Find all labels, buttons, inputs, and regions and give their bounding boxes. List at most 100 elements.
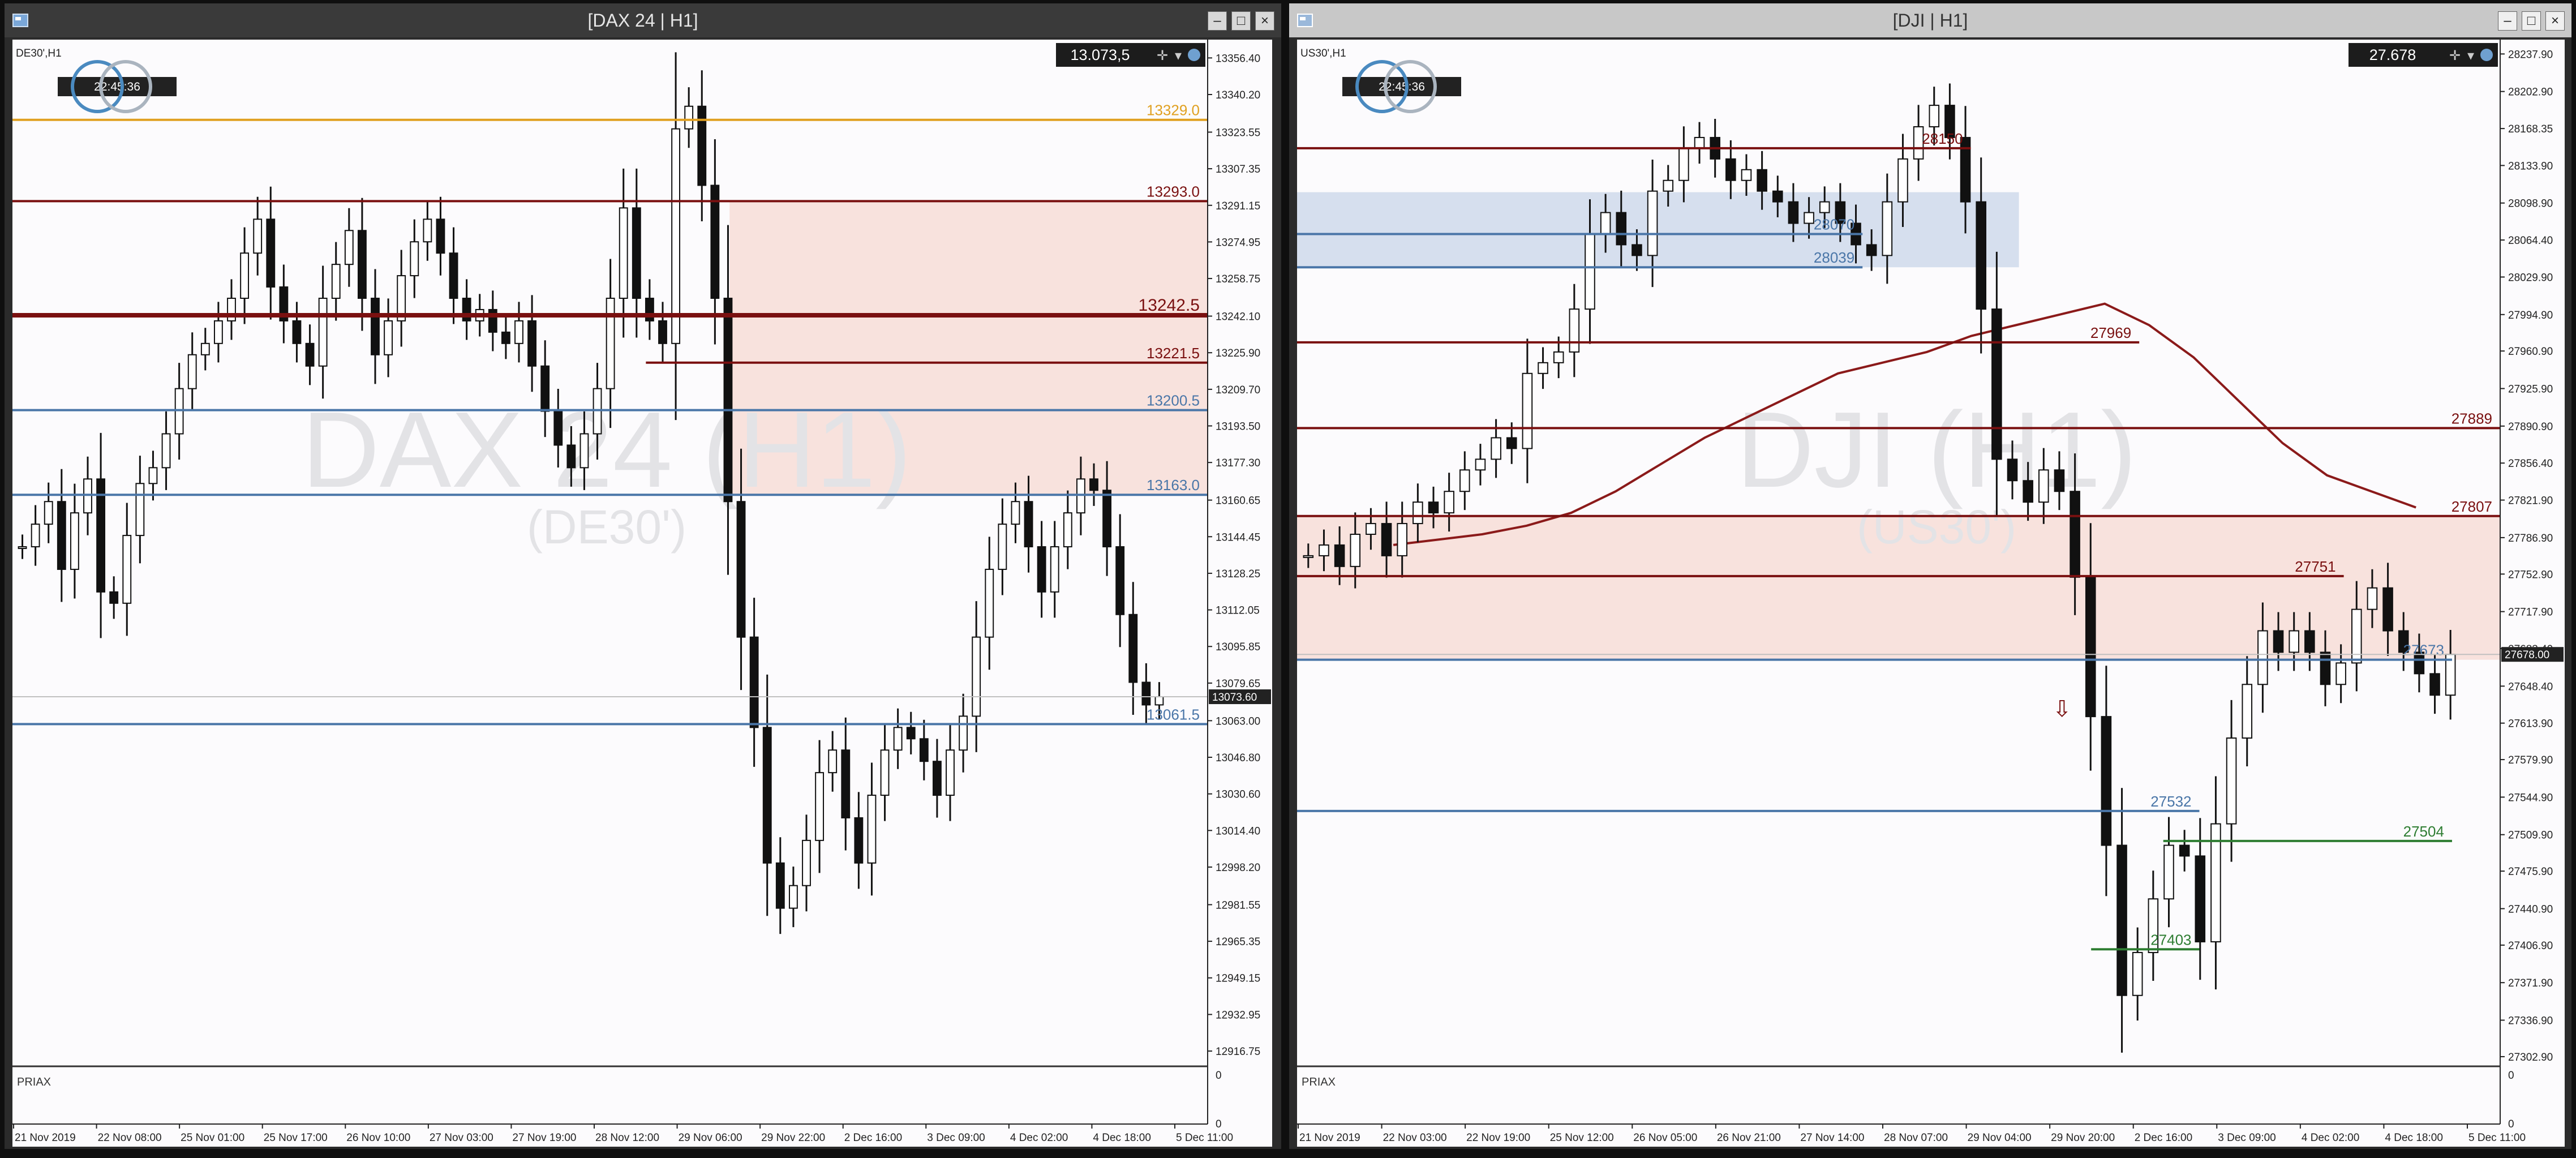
x-tick-label: 3 Dec 09:00: [927, 1132, 985, 1144]
candle-body: [449, 252, 458, 299]
x-tick-label: 4 Dec 02:00: [1010, 1132, 1068, 1144]
y-tick-label: 13128.25: [1216, 568, 1260, 580]
candle-body: [357, 230, 367, 299]
candle-body: [18, 546, 27, 550]
chart-window-icon: [12, 12, 29, 28]
dji-window-titlebar[interactable]: [DJI | H1] – □ ×: [1289, 3, 2571, 37]
candle-body: [331, 264, 341, 299]
x-tick-label: 26 Nov 05:00: [1633, 1132, 1697, 1144]
candle-body: [253, 218, 263, 254]
dax-window-title: [DAX 24 | H1]: [587, 10, 698, 31]
candle-body: [1350, 534, 1361, 567]
x-tick-label: 27 Nov 03:00: [430, 1132, 493, 1144]
x-tick-label: 28 Nov 07:00: [1884, 1132, 1948, 1144]
candle-body: [1154, 696, 1164, 706]
candle-body: [2195, 855, 2206, 942]
x-tick-label: 22 Nov 19:00: [1466, 1132, 1530, 1144]
candle-body: [985, 568, 994, 638]
candle-body: [240, 252, 250, 299]
x-tick-label: 26 Nov 21:00: [1717, 1132, 1781, 1144]
y-tick-label: 27648.40: [2508, 681, 2553, 693]
indicator-scale-bottom: 0: [1216, 1118, 1222, 1130]
candle-body: [1991, 308, 2002, 460]
candle-body: [802, 839, 811, 886]
candle-body: [2304, 630, 2315, 653]
y-tick-label: 27302.90: [2508, 1052, 2553, 1063]
candle-body: [527, 320, 537, 367]
y-tick-label: 13112.05: [1216, 605, 1260, 617]
candle-body: [1050, 546, 1059, 593]
candle-body: [2054, 469, 2065, 492]
candle-body: [1866, 244, 1877, 256]
candle-body: [1632, 244, 1642, 256]
level-label-5: 27807: [2452, 498, 2492, 515]
y-tick-label: 13291.15: [1216, 200, 1260, 212]
candle-body: [1694, 136, 1705, 149]
indicator-scale-bottom: 0: [2508, 1118, 2514, 1130]
x-tick-label: 3 Dec 09:00: [2218, 1132, 2276, 1144]
candle-body: [2179, 844, 2190, 857]
current-price-tag: 27678.00: [2505, 649, 2549, 661]
dax-chart-area[interactable]: DAX 24 (H1) (DE30') 13329.0 13293.0 13242.5 1…: [12, 40, 1272, 1147]
candle-body: [788, 885, 798, 909]
y-tick-label: 13209.70: [1216, 384, 1260, 396]
candle-body: [2289, 630, 2299, 653]
x-tick-label: 2 Dec 16:00: [844, 1132, 902, 1144]
candle-body: [292, 320, 302, 344]
dax-chart-svg[interactable]: DAX 24 (H1)(DE30') 13329.0 13293.0 13242.5 1…: [12, 40, 1272, 1147]
x-tick-label: 22 Nov 08:00: [98, 1132, 162, 1144]
candle-body: [1102, 490, 1112, 548]
x-tick-label: 2 Dec 16:00: [2135, 1132, 2192, 1144]
minimize-icon[interactable]: –: [2498, 11, 2517, 31]
candle-body: [815, 772, 825, 841]
y-tick-label: 13258.75: [1216, 273, 1260, 285]
candle-body: [1585, 233, 1595, 310]
candle-body: [1647, 190, 1658, 256]
settings-icon: [1188, 49, 1200, 61]
dji-chart-area[interactable]: DJI (H1) (US30') 28150 28070 28039 27969 27889…: [1297, 40, 2565, 1147]
x-tick-label: 25 Nov 17:00: [264, 1132, 328, 1144]
level-label-5: 13163.0: [1147, 477, 1200, 494]
candle-body: [841, 749, 851, 818]
x-tick-label: 29 Nov 06:00: [679, 1132, 742, 1144]
x-tick-label: 5 Dec 11:00: [1176, 1132, 1233, 1144]
indicator-scale-top: 0: [1216, 1070, 1222, 1082]
candle-body: [566, 444, 576, 469]
candle-body: [1757, 169, 1767, 192]
candle-body: [1569, 308, 1580, 353]
candle-body: [1506, 437, 1517, 449]
y-tick-label: 13340.20: [1216, 89, 1260, 101]
candle-body: [1444, 491, 1454, 514]
candle-body: [946, 749, 955, 796]
y-tick-label: 27821.90: [2508, 495, 2553, 507]
y-tick-label: 27406.90: [2508, 940, 2553, 952]
y-tick-label: 13079.65: [1216, 678, 1260, 690]
candle-body: [1897, 158, 1908, 203]
dax-window-titlebar[interactable]: [DAX 24 | H1] – □ ×: [5, 3, 1281, 37]
level-label-10: 27403: [2150, 931, 2191, 948]
y-tick-label: 27925.90: [2508, 384, 2553, 396]
y-tick-label: 27786.90: [2508, 533, 2553, 544]
candle-body: [2038, 469, 2049, 503]
minimize-icon[interactable]: –: [1208, 11, 1227, 31]
candle-body: [1663, 179, 1674, 192]
indicator-scale-top: 0: [2508, 1070, 2514, 1082]
close-icon[interactable]: ×: [1255, 11, 1274, 31]
y-tick-label: 27509.90: [2508, 830, 2553, 842]
dji-chart-svg[interactable]: DJI (H1)(US30')2815028070280392796927889…: [1297, 40, 2565, 1147]
candle-body: [775, 862, 785, 909]
candle-body: [1089, 478, 1098, 491]
level-label-6: 27751: [2295, 558, 2335, 575]
candle-body: [200, 342, 210, 355]
y-tick-label: 27960.90: [2508, 346, 2553, 358]
y-tick-label: 13177.30: [1216, 457, 1260, 469]
y-tick-label: 28237.90: [2508, 49, 2553, 61]
chevron-down-icon: ▾: [1175, 48, 1182, 63]
maximize-icon[interactable]: □: [1231, 11, 1251, 31]
candle-body: [1976, 201, 1987, 310]
crosshair-icon: ✛: [2449, 48, 2461, 63]
close-icon[interactable]: ×: [2545, 11, 2565, 31]
candle-body: [919, 738, 929, 762]
maximize-icon[interactable]: □: [2522, 11, 2541, 31]
y-tick-label: 13030.60: [1216, 789, 1260, 801]
